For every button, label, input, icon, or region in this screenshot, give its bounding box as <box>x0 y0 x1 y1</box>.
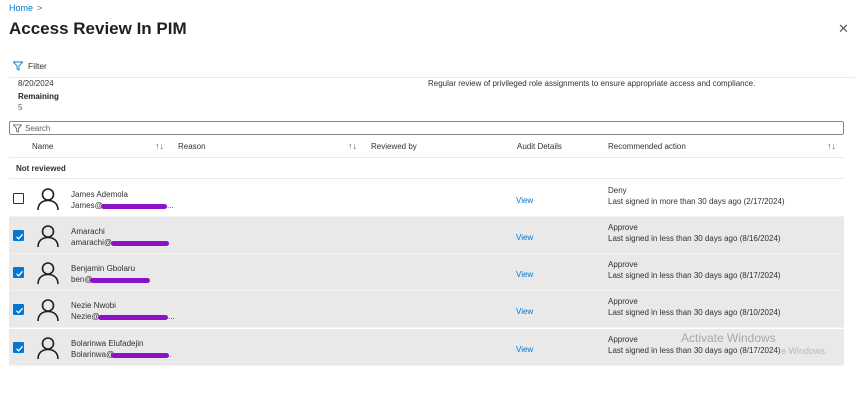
review-date: 8/20/2024 <box>18 79 54 88</box>
email-suffix: ... <box>168 312 175 321</box>
group-header-not-reviewed[interactable]: Not reviewed <box>16 164 66 173</box>
breadcrumb-separator: > <box>37 3 43 13</box>
column-header-reason[interactable]: Reason <box>178 142 206 151</box>
table-row[interactable]: Nezie Nwobi Nezie@... View Approve Last … <box>9 291 844 328</box>
recommendation-detail: Last signed in less than 30 days ago (8/… <box>608 346 781 355</box>
recommended-action: Approve <box>608 223 638 232</box>
recommendation-detail: Last signed in less than 30 days ago (8/… <box>608 271 781 280</box>
column-header-audit-details[interactable]: Audit Details <box>517 142 562 151</box>
row-checkbox[interactable] <box>13 267 24 278</box>
email-suffix: . <box>169 350 172 359</box>
divider <box>9 77 855 78</box>
redaction-mark <box>111 353 169 358</box>
row-checkbox[interactable] <box>13 230 24 241</box>
audit-view-link[interactable]: View <box>516 307 533 316</box>
recommended-action: Approve <box>608 260 638 269</box>
email-prefix: Bolarinwa@ <box>71 350 115 359</box>
recommended-action: Approve <box>608 335 638 344</box>
recommended-action: Deny <box>608 186 627 195</box>
breadcrumb-home-link[interactable]: Home <box>9 3 33 13</box>
recommended-action: Approve <box>608 297 638 306</box>
filter-icon <box>13 61 23 71</box>
user-email: Nezie@... <box>71 312 175 321</box>
search-input[interactable] <box>25 122 825 134</box>
audit-view-link[interactable]: View <box>516 196 533 205</box>
sort-icon[interactable]: ↑↓ <box>155 141 164 151</box>
activate-windows-watermark: Activate Windows <box>681 331 776 345</box>
remaining-count: 5 <box>18 103 23 112</box>
recommendation-detail: Last signed in less than 30 days ago (8/… <box>608 234 781 243</box>
user-name: James Ademola <box>71 190 128 199</box>
table-row[interactable]: Amarachi amarachi@ View Approve Last sig… <box>9 217 844 254</box>
user-name: Amarachi <box>71 227 105 236</box>
user-avatar-icon <box>37 188 59 211</box>
table-row[interactable]: James Ademola James@... View Deny Last s… <box>9 180 844 217</box>
activate-windows-watermark-subtext: e Windows. <box>781 346 828 356</box>
remaining-label: Remaining <box>18 92 59 101</box>
redaction-mark <box>111 241 169 246</box>
filter-button[interactable]: Filter <box>13 61 47 71</box>
checkmark-icon <box>16 307 24 314</box>
review-description: Regular review of privileged role assign… <box>428 79 756 88</box>
checkmark-icon <box>16 270 24 277</box>
row-checkbox[interactable] <box>13 342 24 353</box>
user-avatar-icon <box>37 299 59 322</box>
user-email: amarachi@ <box>71 238 169 247</box>
email-prefix: Nezie@ <box>71 312 100 321</box>
divider <box>9 157 844 158</box>
divider <box>9 365 844 366</box>
user-email: James@... <box>71 201 174 210</box>
column-header-name[interactable]: Name <box>32 142 53 151</box>
row-checkbox[interactable] <box>13 193 24 204</box>
email-prefix: James@ <box>71 201 103 210</box>
user-avatar-icon <box>37 225 59 248</box>
audit-view-link[interactable]: View <box>516 270 533 279</box>
audit-view-link[interactable]: View <box>516 233 533 242</box>
audit-view-link[interactable]: View <box>516 345 533 354</box>
user-email: ben@ <box>71 275 150 284</box>
user-name: Nezie Nwobi <box>71 301 116 310</box>
column-header-recommended-action[interactable]: Recommended action <box>608 142 686 151</box>
table-row[interactable]: Benjamin Gbolaru ben@ View Approve Last … <box>9 254 844 291</box>
checkmark-icon <box>16 345 24 352</box>
checkmark-icon <box>16 233 24 240</box>
email-suffix: ... <box>167 201 174 210</box>
row-checkbox[interactable] <box>13 304 24 315</box>
page-title: Access Review In PIM <box>9 19 187 38</box>
user-email: Bolarinwa@. <box>71 350 171 359</box>
filter-icon <box>13 123 22 133</box>
search-box[interactable] <box>9 121 844 135</box>
redaction-mark <box>90 278 150 283</box>
breadcrumb: Home > <box>9 3 42 13</box>
more-options-button[interactable]: ··· <box>172 20 186 32</box>
user-avatar-icon <box>37 337 59 360</box>
recommendation-detail: Last signed in less than 30 days ago (8/… <box>608 308 781 317</box>
redaction-mark <box>98 315 168 320</box>
email-prefix: amarachi@ <box>71 238 113 247</box>
redaction-mark <box>101 204 167 209</box>
recommendation-detail: Last signed in more than 30 days ago (2/… <box>608 197 785 206</box>
divider <box>9 327 844 328</box>
sort-icon[interactable]: ↑↓ <box>827 141 836 151</box>
close-icon[interactable]: ✕ <box>838 21 849 37</box>
column-header-reviewed-by[interactable]: Reviewed by <box>371 142 417 151</box>
user-name: Bolarinwa Elufadejin <box>71 339 144 348</box>
user-name: Benjamin Gbolaru <box>71 264 136 273</box>
user-avatar-icon <box>37 262 59 285</box>
divider <box>9 178 844 179</box>
sort-icon[interactable]: ↑↓ <box>348 141 357 151</box>
filter-label: Filter <box>28 61 47 71</box>
